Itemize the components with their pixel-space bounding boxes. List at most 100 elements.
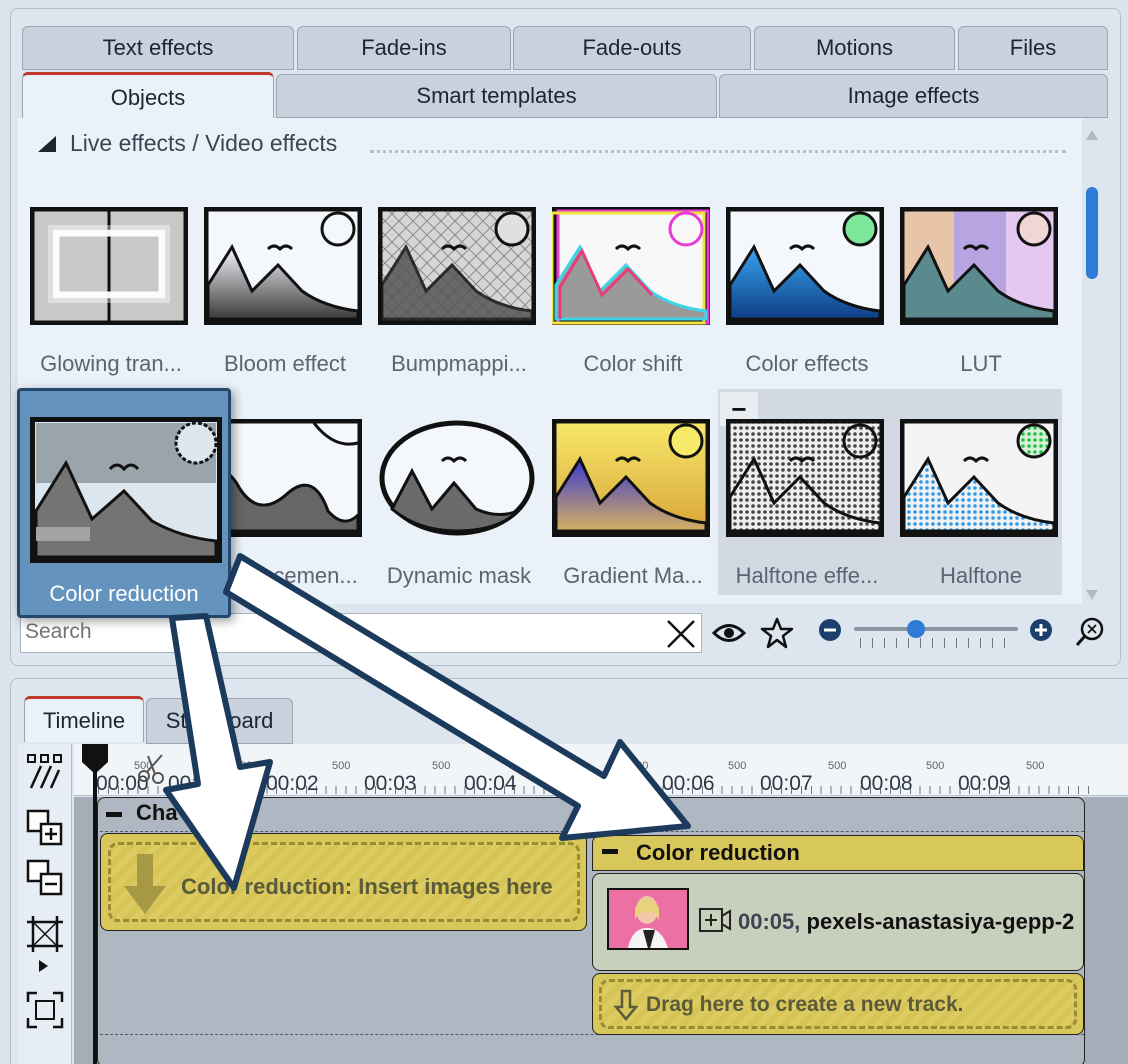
scroll-down-arrow-icon[interactable] [1086,590,1098,600]
ruler-half-label: 500 [1026,760,1045,772]
fit-frame-icon[interactable] [25,990,65,1030]
collapse-minus-icon[interactable] [602,849,618,854]
app-window: Text effects Fade-ins Fade-outs Motions … [0,0,1128,1064]
zoom-slider[interactable] [854,627,1018,631]
layout-tool-icon[interactable] [25,752,65,792]
ruler-half-label: 500 [530,760,549,772]
tab-text-effects[interactable]: Text effects [22,26,294,70]
eye-icon[interactable] [712,618,746,648]
dynamic-mask-icon [379,420,535,536]
ruler-half-label: 500 [234,760,253,772]
effect-color-reduction-selected[interactable]: Color reduction [17,388,231,618]
ruler-label: 00:02 [266,772,319,795]
glowing-transition-icon [30,207,188,325]
clip-info: 00:05, pexels-anastasiya-gepp-2 [738,909,1074,935]
zoom-fit-icon[interactable] [1074,616,1106,648]
ruler-half-label: 500 [630,760,649,772]
effect-halftone[interactable]: Halftone [894,419,1064,619]
collapse-minus-icon[interactable] [106,811,122,817]
color-shift-icon [552,207,710,325]
clear-search-icon[interactable] [664,617,698,651]
tab-motions[interactable]: Motions [754,26,955,70]
effect-label: Halftone effe... [735,563,879,588]
ruler-label: 00:03 [364,772,417,795]
track-separator [100,831,1084,832]
effect-label: Color reduction [49,581,199,606]
ruler-half-label: 500 [926,760,945,772]
scissors-icon[interactable] [136,752,168,784]
clip-duration: 00:05, [738,909,801,934]
section-header[interactable]: Live effects / Video effects [38,130,337,157]
clip-filename: pexels-anastasiya-gepp-2 [806,909,1075,934]
chapter-title: Cha [136,800,178,825]
zoom-out-icon[interactable] [818,618,842,642]
ruler-half-label: 500 [332,760,351,772]
effect-halftone-effect[interactable]: Halftone effe... [720,419,890,619]
tab-fade-ins[interactable]: Fade-ins [297,26,511,70]
playhead[interactable] [93,744,97,1064]
video-camera-icon [699,908,731,932]
ruler-label: 00:06 [662,772,715,795]
remove-track-icon[interactable] [25,858,65,898]
ruler-label: 00:09 [958,772,1011,795]
playhead-handle-icon[interactable] [80,744,110,774]
star-favorite-icon[interactable] [760,616,794,650]
down-arrow-icon [614,989,638,1021]
zoom-in-icon[interactable] [1029,618,1053,642]
insert-images-text: Color reduction: Insert images here [181,874,553,899]
clip-thumbnail [607,888,689,950]
effect-label: Bloom effect [224,351,346,376]
halftone-effect-icon [726,419,884,537]
ruler-label: 00:01 [168,772,221,795]
ruler-label: 00:05 [562,772,615,795]
ruler-half-label: 500 [432,760,451,772]
down-arrow-icon [124,854,166,914]
effect-lut[interactable]: LUT [894,207,1064,407]
ruler-label: 00:07 [760,772,813,795]
halftone-icon [900,419,1058,537]
color-reduction-icon [30,417,222,563]
effect-label: Halftone [940,563,1022,588]
tab-files[interactable]: Files [958,26,1108,70]
crop-frame-icon[interactable] [25,914,65,954]
tab-fade-outs[interactable]: Fade-outs [513,26,751,70]
scroll-thumb[interactable] [1086,187,1098,279]
effect-gradient-mask[interactable]: Gradient Ma... [546,419,716,619]
scroll-up-arrow-icon[interactable] [1086,130,1098,140]
effect-bloom[interactable]: Bloom effect [198,207,368,407]
effect-bumpmapping[interactable]: Bumpmappi... [372,207,542,407]
zoom-slider-knob[interactable] [907,620,925,638]
effect-color-effects[interactable]: Color effects [720,207,890,407]
effect-glowing-transition[interactable]: Glowing tran... [24,207,194,407]
color-reduction-title: Color reduction [636,840,800,865]
effect-label: Color effects [745,351,869,376]
tab-image-effects[interactable]: Image effects [719,74,1108,118]
add-track-icon[interactable] [25,808,65,848]
ruler-label: 00:08 [860,772,913,795]
effect-label: Color shift [583,351,683,376]
tab-timeline[interactable]: Timeline [24,696,144,742]
effect-dynamic-mask[interactable]: Dynamic mask [372,419,542,619]
section-title: Live effects / Video effects [70,130,338,156]
tab-smart-templates[interactable]: Smart templates [276,74,717,118]
ruler-half-label: 500 [728,760,747,772]
search-input[interactable] [25,620,625,644]
zoom-slider-ticks [860,638,1016,648]
new-track-text: Drag here to create a new track. [646,993,964,1016]
lut-icon [900,207,1058,325]
collapse-triangle-icon[interactable] [38,135,56,152]
effect-label: Gradient Ma... [563,563,703,588]
tab-objects[interactable]: Objects [22,72,274,120]
search-bar [20,613,702,653]
chapter-header[interactable]: Cha [106,800,178,826]
tab-storyboard[interactable]: Storyboard [146,698,293,744]
effect-label: Bumpmappi... [391,351,527,376]
bloom-effect-icon [204,207,362,325]
effect-label: Dynamic mask [386,563,532,588]
effect-color-shift[interactable]: Color shift [546,207,716,407]
gradient-mask-icon [552,419,710,537]
expand-arrow-icon[interactable] [39,960,48,972]
bumpmapping-icon [378,207,536,325]
ruler-half-label: 500 [828,760,847,772]
clip-thumbnail-image [609,890,687,948]
